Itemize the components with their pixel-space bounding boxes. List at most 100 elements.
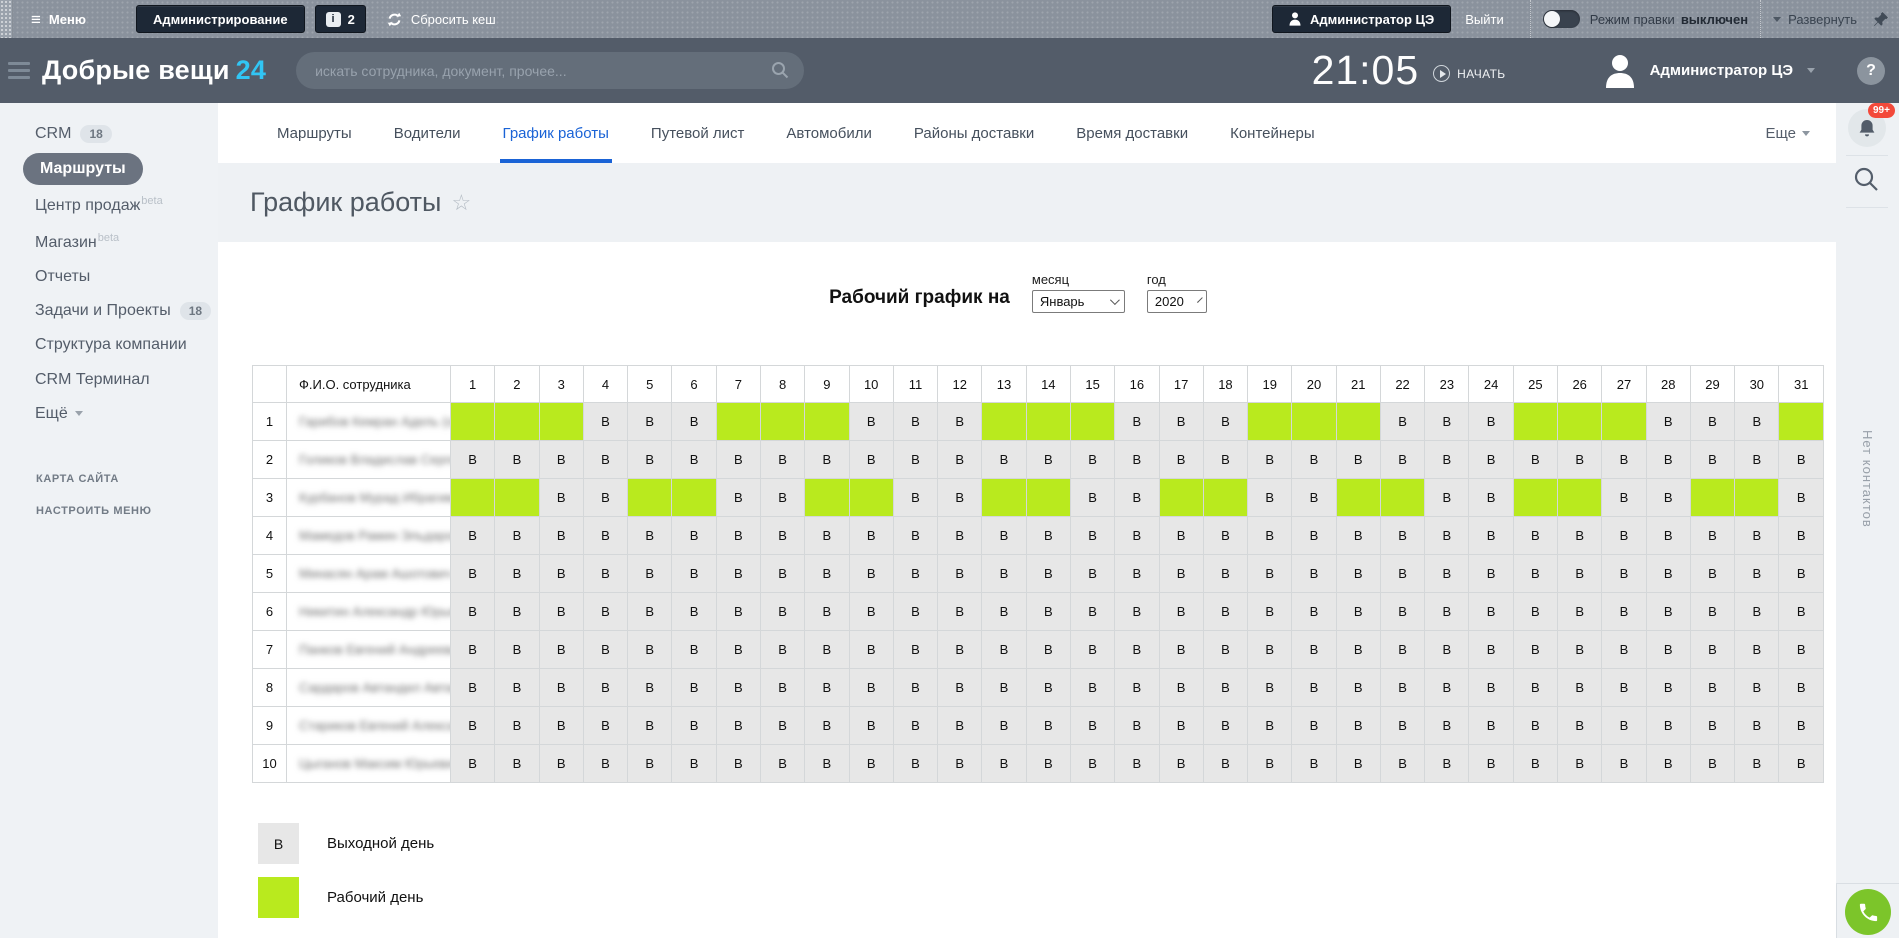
search-input[interactable]	[296, 63, 804, 79]
schedule-cell[interactable]: В	[1602, 745, 1646, 783]
schedule-cell[interactable]: В	[716, 745, 760, 783]
schedule-cell[interactable]: В	[1469, 403, 1513, 441]
schedule-cell[interactable]: В	[849, 441, 893, 479]
schedule-cell[interactable]: В	[760, 517, 804, 555]
schedule-cell[interactable]: В	[849, 593, 893, 631]
schedule-cell[interactable]: В	[1690, 555, 1734, 593]
schedule-cell[interactable]: В	[1469, 555, 1513, 593]
schedule-cell[interactable]: В	[1646, 555, 1690, 593]
schedule-cell[interactable]: В	[1735, 745, 1779, 783]
schedule-cell[interactable]: В	[1646, 669, 1690, 707]
schedule-cell[interactable]: В	[1735, 669, 1779, 707]
schedule-cell[interactable]: В	[982, 441, 1026, 479]
schedule-cell[interactable]: В	[1248, 669, 1292, 707]
schedule-cell[interactable]: В	[1469, 745, 1513, 783]
right-search-button[interactable]	[1853, 166, 1879, 192]
schedule-cell[interactable]: В	[760, 707, 804, 745]
schedule-cell[interactable]: В	[1558, 593, 1602, 631]
schedule-cell[interactable]: В	[1336, 593, 1380, 631]
schedule-cell[interactable]: В	[1070, 745, 1114, 783]
schedule-cell[interactable]: В	[760, 745, 804, 783]
schedule-cell[interactable]: В	[583, 745, 627, 783]
schedule-cell[interactable]: В	[672, 707, 716, 745]
schedule-cell[interactable]: В	[1425, 479, 1469, 517]
schedule-cell[interactable]: В	[672, 745, 716, 783]
schedule-cell[interactable]: В	[1336, 745, 1380, 783]
schedule-cell[interactable]	[1513, 403, 1557, 441]
schedule-cell[interactable]: В	[716, 593, 760, 631]
schedule-cell[interactable]: В	[1779, 517, 1824, 555]
expand-button[interactable]: Развернуть	[1773, 12, 1857, 27]
schedule-cell[interactable]: В	[583, 707, 627, 745]
schedule-cell[interactable]: В	[1469, 669, 1513, 707]
schedule-cell[interactable]: В	[583, 555, 627, 593]
schedule-cell[interactable]: В	[1602, 441, 1646, 479]
schedule-cell[interactable]: В	[938, 555, 982, 593]
schedule-cell[interactable]: В	[539, 669, 583, 707]
schedule-cell[interactable]: В	[760, 593, 804, 631]
schedule-cell[interactable]: В	[938, 479, 982, 517]
schedule-cell[interactable]: В	[1469, 631, 1513, 669]
schedule-cell[interactable]: В	[1380, 745, 1424, 783]
schedule-cell[interactable]: В	[1513, 517, 1557, 555]
schedule-cell[interactable]	[495, 479, 539, 517]
schedule-cell[interactable]: В	[1690, 745, 1734, 783]
tabs-more-button[interactable]: Еще	[1765, 125, 1810, 142]
start-workday-button[interactable]: НАЧАТЬ	[1433, 65, 1505, 82]
schedule-cell[interactable]: В	[495, 669, 539, 707]
schedule-cell[interactable]: В	[1690, 517, 1734, 555]
schedule-cell[interactable]: В	[938, 593, 982, 631]
schedule-cell[interactable]	[1513, 479, 1557, 517]
schedule-cell[interactable]	[716, 403, 760, 441]
schedule-cell[interactable]: В	[1690, 593, 1734, 631]
schedule-cell[interactable]	[1026, 403, 1070, 441]
schedule-cell[interactable]: В	[583, 593, 627, 631]
schedule-cell[interactable]: В	[805, 745, 849, 783]
schedule-cell[interactable]: В	[938, 517, 982, 555]
schedule-cell[interactable]: В	[495, 555, 539, 593]
schedule-cell[interactable]: В	[1159, 441, 1203, 479]
schedule-cell[interactable]	[982, 479, 1026, 517]
schedule-cell[interactable]: В	[1380, 441, 1424, 479]
schedule-cell[interactable]: В	[1469, 517, 1513, 555]
schedule-cell[interactable]: В	[1469, 707, 1513, 745]
schedule-cell[interactable]: В	[1469, 479, 1513, 517]
edit-mode-toggle[interactable]	[1543, 10, 1580, 28]
schedule-cell[interactable]: В	[672, 441, 716, 479]
schedule-cell[interactable]: В	[1690, 441, 1734, 479]
schedule-cell[interactable]: В	[1203, 403, 1247, 441]
schedule-cell[interactable]	[1026, 479, 1070, 517]
schedule-cell[interactable]: В	[760, 441, 804, 479]
schedule-cell[interactable]: В	[1380, 631, 1424, 669]
schedule-cell[interactable]: В	[893, 403, 937, 441]
schedule-cell[interactable]: В	[1380, 593, 1424, 631]
tab-item[interactable]: Время доставки	[1055, 103, 1209, 163]
schedule-cell[interactable]: В	[628, 517, 672, 555]
schedule-cell[interactable]: В	[938, 745, 982, 783]
schedule-cell[interactable]: В	[1115, 593, 1159, 631]
phone-button[interactable]	[1845, 889, 1891, 935]
schedule-cell[interactable]: В	[495, 441, 539, 479]
sidebar-item[interactable]: Структура компании	[0, 328, 218, 362]
schedule-cell[interactable]: В	[1425, 441, 1469, 479]
schedule-cell[interactable]: В	[1558, 441, 1602, 479]
schedule-cell[interactable]: В	[1646, 593, 1690, 631]
schedule-cell[interactable]: В	[1203, 593, 1247, 631]
sidebar-item[interactable]: CRM18	[0, 117, 218, 151]
work-timer[interactable]: 21:05	[1312, 47, 1420, 94]
schedule-cell[interactable]: В	[760, 555, 804, 593]
schedule-cell[interactable]: В	[628, 555, 672, 593]
schedule-cell[interactable]: В	[938, 441, 982, 479]
schedule-cell[interactable]: В	[938, 403, 982, 441]
schedule-cell[interactable]: В	[1336, 555, 1380, 593]
schedule-cell[interactable]	[1779, 403, 1824, 441]
schedule-cell[interactable]: В	[1735, 707, 1779, 745]
sidebar-item[interactable]: Отчеты	[0, 260, 218, 294]
schedule-cell[interactable]	[539, 403, 583, 441]
schedule-cell[interactable]: В	[1026, 555, 1070, 593]
tab-item[interactable]: Маршруты	[256, 103, 373, 163]
schedule-cell[interactable]: В	[1735, 441, 1779, 479]
schedule-cell[interactable]: В	[1292, 479, 1336, 517]
schedule-cell[interactable]: В	[1248, 555, 1292, 593]
schedule-cell[interactable]: В	[539, 479, 583, 517]
